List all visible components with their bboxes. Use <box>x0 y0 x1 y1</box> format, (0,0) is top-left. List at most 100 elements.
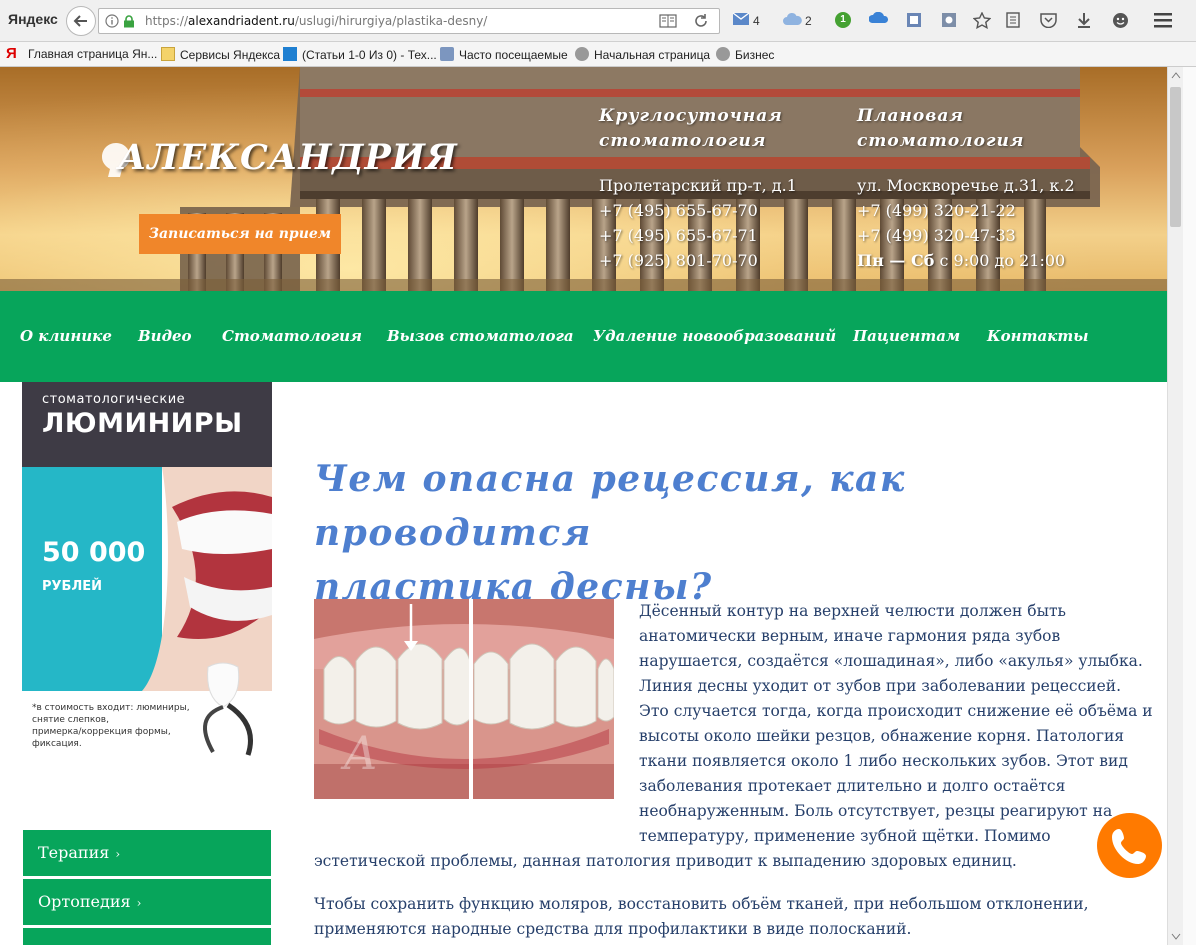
hours-days: Пн — Сб <box>857 251 935 270</box>
side-menu-item[interactable] <box>23 928 271 945</box>
clinic-planned-title: Плановая стоматология <box>857 104 1024 154</box>
paragraph-line: заболевания протекает длительно и долго … <box>639 777 1066 795</box>
bookmark-item[interactable]: Часто посещаемые <box>440 47 568 62</box>
nav-contacts[interactable]: Контакты <box>987 327 1088 345</box>
banner-price: 50 000 <box>42 537 146 568</box>
article-paragraph-1: Дёсенный контур на верхней челюсти долже… <box>639 599 1153 849</box>
browser-toolbar: Яндекс https://alexandriadent.ru/uslugi/… <box>0 0 1196 42</box>
download-icon[interactable] <box>1076 12 1092 28</box>
clinic-planned-phone[interactable]: +7 (499) 320-47-33 <box>857 226 1016 245</box>
bookmark-item[interactable]: Начальная страница <box>575 47 710 62</box>
clinic-planned-address: ул. Москворечье д.31, к.2 <box>857 176 1075 195</box>
scroll-up-icon[interactable] <box>1171 71 1181 79</box>
call-button[interactable] <box>1097 813 1162 878</box>
side-menu-therapy[interactable]: Терапия › <box>23 830 271 876</box>
info-icon[interactable] <box>105 14 119 28</box>
clinic-planned-title-line: Плановая <box>857 106 964 126</box>
nav-dentistry[interactable]: Стоматология <box>222 327 362 345</box>
extension-badge[interactable]: 1 <box>835 12 851 28</box>
screenshot-icon[interactable] <box>906 12 922 28</box>
address-bar[interactable]: https://alexandriadent.ru/uslugi/hirurgi… <box>98 8 720 34</box>
hours-time: с 9:00 до 21:00 <box>934 251 1066 270</box>
nav-tumor-removal[interactable]: Удаление новообразований <box>593 327 836 345</box>
bookmark-label: Начальная страница <box>594 48 711 62</box>
banner-note-line: фиксация. <box>32 739 82 749</box>
side-menu-label: Ортопедия <box>38 892 131 911</box>
web-page: АЛЕКСАНДРИЯ Записаться на прием Круглосу… <box>0 67 1167 945</box>
paragraph-line: высоты около шейки резцов, обнажение кор… <box>639 727 1125 745</box>
banner-subtitle: стоматологические <box>42 392 186 407</box>
clinic-24h-title-line: стоматология <box>599 131 767 151</box>
clinic-24h-phone[interactable]: +7 (495) 655-67-70 <box>599 201 758 220</box>
clinic-24h-phone[interactable]: +7 (925) 801-70-70 <box>599 251 758 270</box>
paragraph-line: нарушается, создаётся «лошадиная», либо … <box>639 652 1143 670</box>
background-window-edge <box>1183 67 1196 945</box>
folder-icon <box>161 47 175 61</box>
browser-brand: Яндекс <box>8 11 58 27</box>
bookmark-label: Часто посещаемые <box>459 48 568 62</box>
phone-icon <box>1112 829 1146 864</box>
article-paragraph-2: Чтобы сохранить функцию моляров, восстан… <box>314 892 1089 942</box>
bookmark-label: (Статьи 1-0 Из 0) - Тех... <box>302 48 437 62</box>
extension-badge-count: 1 <box>840 14 846 25</box>
bookmark-item[interactable]: Главная страница Ян... <box>28 47 157 61</box>
banner-title: ЛЮМИНИРЫ <box>42 408 243 439</box>
star-icon[interactable] <box>973 12 991 29</box>
paragraph-line: необнаруженным. Боль отсутствует, резцы … <box>639 802 1113 820</box>
feedback-icon[interactable] <box>1112 12 1129 29</box>
sync-icon[interactable] <box>869 12 891 26</box>
main-nav: О клинике Видео Стоматология Вызов стома… <box>0 291 1167 382</box>
banner-note-line: *в стоимость входит: люминиры, <box>32 703 190 713</box>
banner-note-line: примерка/коррекция формы, <box>32 727 171 737</box>
globe-icon <box>575 47 589 61</box>
paragraph-line: ткани появляется около 1 либо нескольких… <box>639 752 1128 770</box>
reload-icon[interactable] <box>693 13 709 29</box>
back-button[interactable] <box>66 6 96 36</box>
scroll-down-icon[interactable] <box>1171 933 1181 941</box>
paragraph-line: Это случается тогда, когда происходит сн… <box>639 702 1153 720</box>
nav-about[interactable]: О клинике <box>20 327 112 345</box>
side-menu-orthopedics[interactable]: Ортопедия › <box>23 879 271 925</box>
clinic-planned-title-line: стоматология <box>857 131 1025 151</box>
clinic-planned-hours: Пн — Сб с 9:00 до 21:00 <box>857 251 1065 270</box>
clinic-24h-title: Круглосуточная стоматология <box>599 104 783 154</box>
lock-icon <box>124 15 134 28</box>
bookmark-item[interactable]: Сервисы Яндекса <box>161 47 280 62</box>
reader-icon[interactable] <box>659 14 677 28</box>
veneers-banner[interactable]: стоматологические ЛЮМИНИРЫ 50 000 РУБЛЕЙ… <box>22 382 272 757</box>
cloud-count: 2 <box>805 14 812 28</box>
mail-icon[interactable] <box>732 12 750 26</box>
chevron-right-icon: › <box>136 896 142 910</box>
paragraph-line: анатомически верным, иначе гармония ряда… <box>639 627 1061 645</box>
pocket-icon[interactable] <box>1040 12 1057 28</box>
menu-icon[interactable] <box>1154 12 1172 28</box>
globe-icon <box>716 47 730 61</box>
paragraph-line: применяются народные средства для профил… <box>314 920 912 938</box>
bookmark-label: Бизнес <box>735 48 775 62</box>
bookmark-item[interactable]: Бизнес <box>716 47 774 62</box>
nav-video[interactable]: Видео <box>138 327 192 345</box>
history-icon <box>440 47 454 61</box>
cloud-icon[interactable] <box>782 12 802 26</box>
clinic-24h-address: Пролетарский пр-т, д.1 <box>599 176 797 195</box>
yandex-logo-icon: Я <box>6 45 17 62</box>
page-capture-icon[interactable] <box>941 12 957 28</box>
article-title-line: Чем опасна рецессия, как проводится <box>314 458 906 554</box>
clinic-planned-phone[interactable]: +7 (499) 320-21-22 <box>857 201 1016 220</box>
bookmark-label: Сервисы Яндекса <box>180 48 281 62</box>
svg-text:A: A <box>340 726 377 780</box>
bookmark-item[interactable]: (Статьи 1-0 Из 0) - Тех... <box>283 47 437 62</box>
site-logo[interactable]: АЛЕКСАНДРИЯ <box>118 137 458 178</box>
paragraph-line: Дёсенный контур на верхней челюсти долже… <box>639 602 1066 620</box>
paragraph-line: температуру, применение зубной щётки. По… <box>639 827 1051 845</box>
appointment-button[interactable]: Записаться на прием <box>139 214 341 254</box>
scroll-thumb[interactable] <box>1170 87 1181 227</box>
url-text: https://alexandriadent.ru/uslugi/hirurgi… <box>145 14 488 28</box>
page-scrollbar[interactable] <box>1167 67 1183 945</box>
clinic-24h-phone[interactable]: +7 (495) 655-67-71 <box>599 226 758 245</box>
bookmarks-list-icon[interactable] <box>1005 12 1021 28</box>
nav-dentist-call[interactable]: Вызов стоматолога <box>387 327 574 345</box>
nav-patients[interactable]: Пациентам <box>853 327 960 345</box>
banner-note-line: снятие слепков, <box>32 715 109 725</box>
article-paragraph-1-tail: эстетической проблемы, данная патология … <box>314 852 1017 870</box>
